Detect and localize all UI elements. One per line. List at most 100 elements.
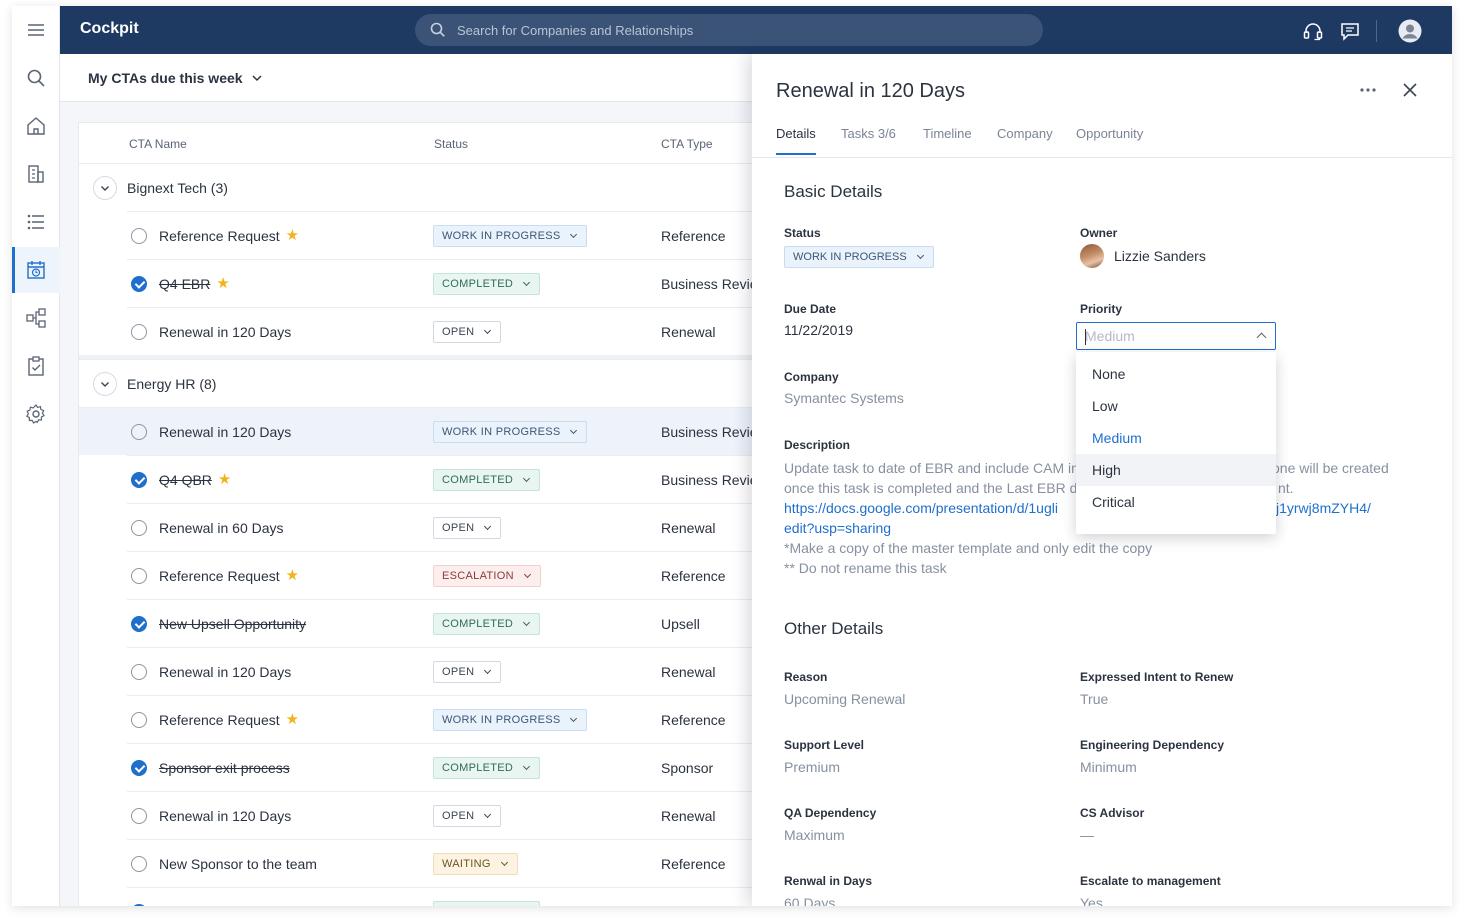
- qa-dependency-value[interactable]: Maximum: [784, 827, 845, 843]
- renewal-days-value[interactable]: 60 Days: [784, 895, 835, 906]
- owner-field[interactable]: Lizzie Sanders: [1080, 244, 1206, 268]
- company-value[interactable]: Symantec Systems: [784, 390, 904, 406]
- status-badge[interactable]: ESCALATION: [433, 565, 541, 587]
- complete-checkbox[interactable]: [131, 472, 147, 488]
- reason-value[interactable]: Upcoming Renewal: [784, 691, 905, 707]
- table-row[interactable]: Renewal in 60 Days OPEN Renewal: [127, 503, 779, 551]
- star-icon[interactable]: ★: [218, 472, 231, 487]
- complete-checkbox[interactable]: [131, 664, 147, 680]
- cta-name-cell[interactable]: Q4 QBR ★: [159, 472, 231, 488]
- menu-icon[interactable]: [12, 7, 60, 53]
- star-icon[interactable]: ★: [286, 568, 299, 583]
- tab-details[interactable]: Details: [776, 126, 816, 155]
- cta-name-cell[interactable]: Reference Request ★: [159, 712, 299, 728]
- table-row[interactable]: Renewal in 120 Days WORK IN PROGRESS Busin…: [79, 407, 779, 455]
- gear-icon[interactable]: [12, 391, 60, 437]
- home-icon[interactable]: [12, 103, 60, 149]
- description-link-end[interactable]: edit?usp=sharing: [784, 520, 891, 536]
- table-row[interactable]: Renewal in 120 Days OPEN Renewal: [127, 647, 779, 695]
- table-row[interactable]: New Upsell Opportunity COMPLETED Upsell: [127, 599, 779, 647]
- description-link-tail[interactable]: j1yrwj8mZYH4/: [1276, 498, 1371, 518]
- table-row[interactable]: New Sponsor to the team WAITING Reference: [127, 839, 779, 887]
- calendar-clock-icon[interactable]: [12, 247, 60, 293]
- column-header-type[interactable]: CTA Type: [661, 137, 713, 151]
- complete-checkbox[interactable]: [131, 424, 147, 440]
- cta-name-cell[interactable]: Reference Request ★: [159, 228, 299, 244]
- status-badge[interactable]: OPEN: [433, 321, 502, 343]
- more-options-icon[interactable]: [1356, 78, 1380, 102]
- global-search[interactable]: [415, 14, 1043, 46]
- cta-name-cell[interactable]: New Sponsor to the team: [159, 856, 317, 872]
- status-dropdown[interactable]: WORK IN PROGRESS: [784, 246, 934, 268]
- cta-name-cell[interactable]: New Upsell Opportunity: [159, 904, 306, 906]
- star-icon[interactable]: ★: [286, 712, 299, 727]
- cta-name-cell[interactable]: Renewal in 120 Days: [159, 424, 291, 440]
- escalate-value[interactable]: Yes: [1080, 895, 1103, 906]
- table-row[interactable]: Renewal in 120 Days OPEN Renewal: [127, 791, 779, 839]
- close-icon[interactable]: [1398, 78, 1422, 102]
- priority-option-low[interactable]: Low: [1076, 390, 1276, 422]
- complete-checkbox[interactable]: [131, 276, 147, 292]
- status-badge[interactable]: COMPLETED: [433, 901, 541, 906]
- complete-checkbox[interactable]: [131, 712, 147, 728]
- view-selector[interactable]: My CTAs due this week: [88, 70, 263, 86]
- cta-name-cell[interactable]: Renewal in 120 Days: [159, 324, 291, 340]
- complete-checkbox[interactable]: [131, 808, 147, 824]
- description-link[interactable]: https://docs.google.com/presentation/d/1…: [784, 500, 1058, 516]
- table-row[interactable]: Q4 QBR ★ COMPLETED Business Review: [127, 455, 779, 503]
- cta-name-cell[interactable]: Reference Request ★: [159, 568, 299, 584]
- star-icon[interactable]: ★: [216, 276, 229, 291]
- status-badge[interactable]: OPEN: [433, 805, 502, 827]
- priority-option-none[interactable]: None: [1076, 358, 1276, 390]
- hierarchy-icon[interactable]: [12, 295, 60, 341]
- status-badge[interactable]: COMPLETED: [433, 613, 541, 635]
- complete-checkbox[interactable]: [131, 616, 147, 632]
- status-badge[interactable]: COMPLETED: [433, 469, 541, 491]
- table-row[interactable]: Renewal in 120 Days OPEN Renewal: [127, 307, 779, 355]
- chevron-down-icon[interactable]: [93, 372, 117, 396]
- priority-combobox[interactable]: [1076, 322, 1276, 350]
- engineering-dependency-value[interactable]: Minimum: [1080, 759, 1137, 775]
- headset-icon[interactable]: [1301, 19, 1325, 43]
- status-badge[interactable]: COMPLETED: [433, 273, 541, 295]
- complete-checkbox[interactable]: [131, 904, 147, 906]
- cs-advisor-value[interactable]: —: [1080, 827, 1094, 843]
- building-icon[interactable]: [12, 151, 60, 197]
- column-header-name[interactable]: CTA Name: [129, 137, 187, 151]
- chevron-up-icon[interactable]: [1256, 332, 1267, 343]
- clipboard-check-icon[interactable]: [12, 343, 60, 389]
- priority-option-critical[interactable]: Critical: [1076, 486, 1276, 518]
- priority-option-high[interactable]: High: [1076, 454, 1276, 486]
- status-badge[interactable]: WORK IN PROGRESS: [433, 709, 588, 731]
- cta-name-cell[interactable]: Renewal in 60 Days: [159, 520, 284, 536]
- cta-name-cell[interactable]: Q4 EBR ★: [159, 276, 230, 292]
- status-badge[interactable]: COMPLETED: [433, 757, 541, 779]
- status-badge[interactable]: WORK IN PROGRESS: [433, 421, 588, 443]
- search-icon[interactable]: [12, 55, 60, 101]
- table-row[interactable]: Reference Request ★ WORK IN PROGRESS Refere…: [127, 695, 779, 743]
- complete-checkbox[interactable]: [131, 520, 147, 536]
- status-badge[interactable]: WORK IN PROGRESS: [433, 225, 588, 247]
- status-badge[interactable]: OPEN: [433, 517, 502, 539]
- due-date-value[interactable]: 11/22/2019: [784, 322, 853, 338]
- group-row[interactable]: Bignext Tech (3): [79, 163, 779, 211]
- column-header-status[interactable]: Status: [434, 137, 468, 151]
- support-level-value[interactable]: Premium: [784, 759, 840, 775]
- complete-checkbox[interactable]: [131, 228, 147, 244]
- complete-checkbox[interactable]: [131, 760, 147, 776]
- tab-timeline[interactable]: Timeline: [923, 126, 972, 153]
- chevron-down-icon[interactable]: [93, 176, 117, 200]
- cta-name-cell[interactable]: New Upsell Opportunity: [159, 616, 306, 632]
- tab-tasks[interactable]: Tasks 3/6: [841, 126, 896, 153]
- table-row[interactable]: Q4 EBR ★ COMPLETED Business Review: [127, 259, 779, 307]
- search-input[interactable]: [457, 22, 997, 38]
- complete-checkbox[interactable]: [131, 324, 147, 340]
- list-icon[interactable]: [12, 199, 60, 245]
- complete-checkbox[interactable]: [131, 856, 147, 872]
- tab-opportunity[interactable]: Opportunity: [1076, 126, 1143, 153]
- chat-icon[interactable]: [1338, 19, 1362, 43]
- table-row[interactable]: New Upsell Opportunity COMPLETED Renewal: [127, 887, 779, 906]
- table-row[interactable]: Reference Request ★ WORK IN PROGRESS Refere…: [127, 211, 779, 259]
- priority-option-medium[interactable]: Medium: [1076, 422, 1276, 454]
- user-avatar-icon[interactable]: [1398, 19, 1422, 43]
